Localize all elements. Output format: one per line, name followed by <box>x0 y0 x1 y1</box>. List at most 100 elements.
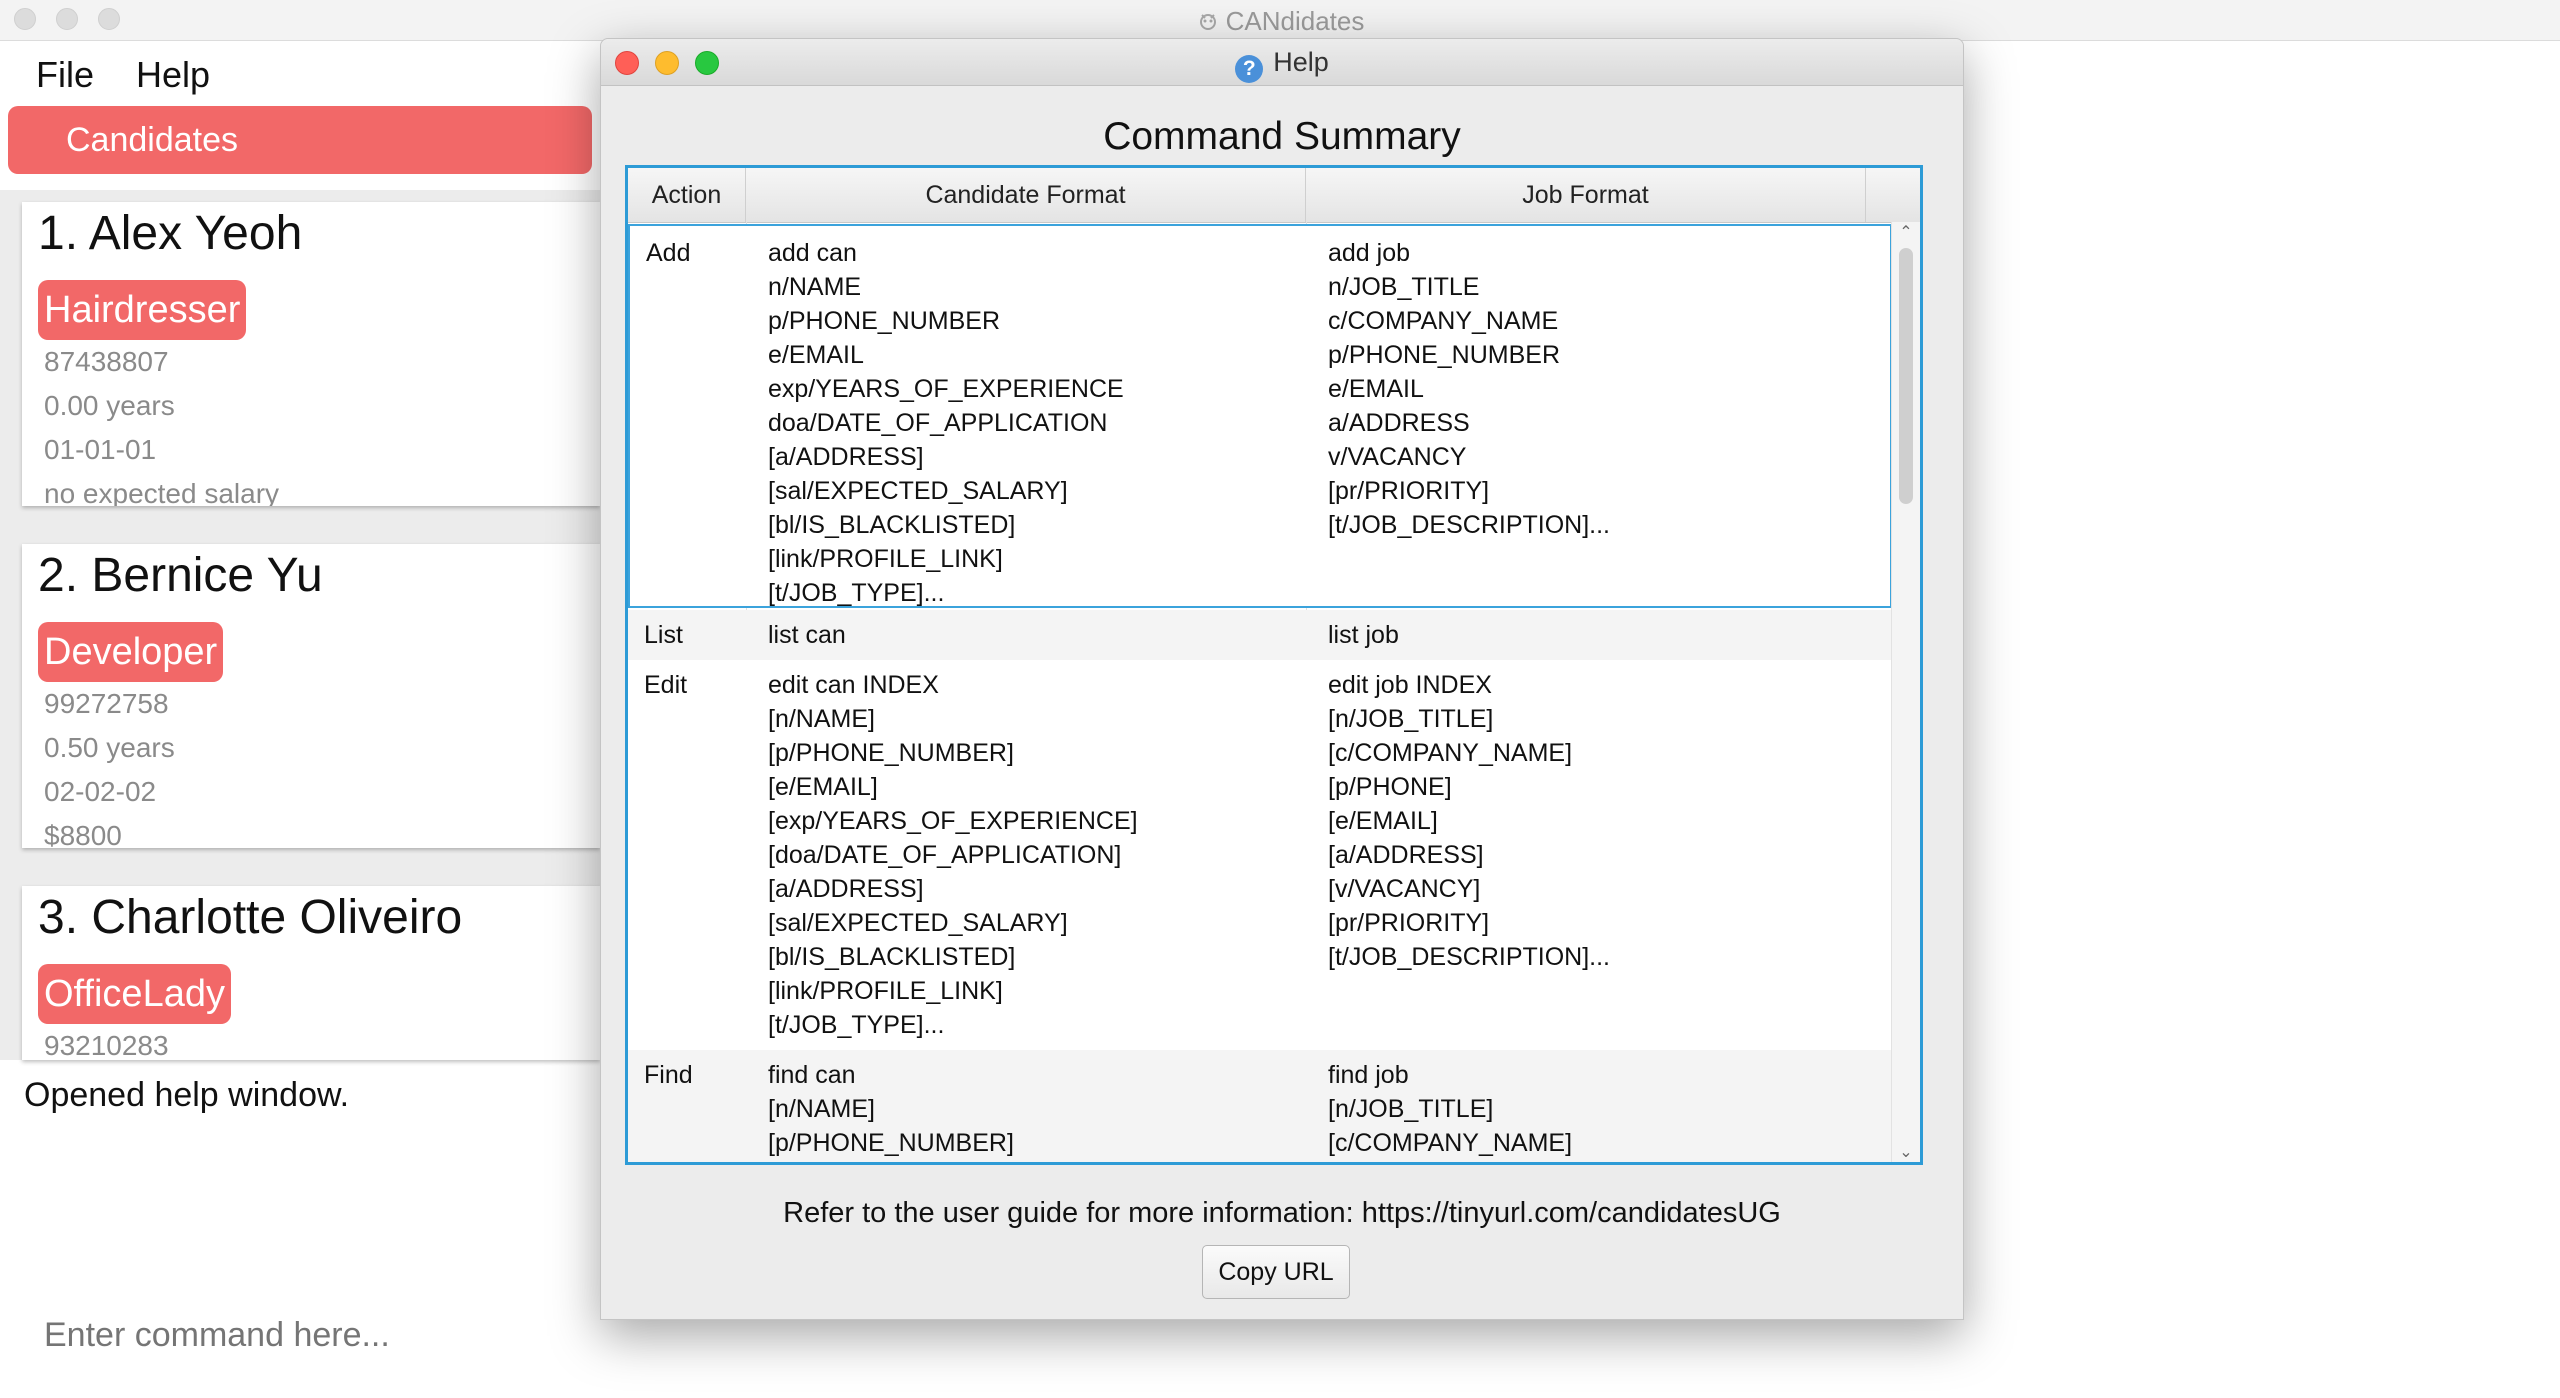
format-line: [e/EMAIL] <box>1328 807 1438 835</box>
format-line: [exp/YEARS_OF_EXPERIENCE] <box>768 807 1138 835</box>
candidate-experience: 0.50 years <box>44 732 175 763</box>
command-summary-table[interactable]: Action Candidate Format Job Format Add a… <box>625 165 1923 1165</box>
format-line: [a/ADDRESS] <box>1328 841 1484 869</box>
format-line: [p/PHONE] <box>1328 773 1452 801</box>
menu-file[interactable]: File <box>36 54 94 96</box>
table-row[interactable]: Edit edit can INDEX [n/NAME] [p/PHONE_NU… <box>628 660 1892 1050</box>
table-row[interactable]: List list can list job <box>628 610 1892 660</box>
job-format-cell: find job [n/JOB_TITLE] [c/COMPANY_NAME] <box>1328 1058 1572 1160</box>
candidate-list: 1. Alex Yeoh Hairdresser 87438807 0.00 y… <box>0 190 600 1060</box>
app-icon <box>1199 14 1216 30</box>
format-line: [t/JOB_DESCRIPTION]... <box>1328 511 1610 539</box>
menu-help[interactable]: Help <box>136 54 210 96</box>
main-titlebar: CANdidates <box>0 0 2560 41</box>
table-row[interactable]: Add add can n/NAME p/PHONE_NUMBER e/EMAI… <box>628 224 1892 608</box>
format-line: [n/JOB_TITLE] <box>1328 705 1494 733</box>
candidate-format-cell: find can [n/NAME] [p/PHONE_NUMBER] <box>768 1058 1014 1160</box>
format-line: p/PHONE_NUMBER <box>1328 341 1560 369</box>
format-line: e/EMAIL <box>1328 375 1424 403</box>
menu-bar: File Help <box>0 44 600 104</box>
format-line: [v/VACANCY] <box>1328 875 1481 903</box>
question-icon: ? <box>1235 55 1264 83</box>
table-scrollbar[interactable]: ⌃ ⌄ <box>1891 222 1920 1162</box>
format-line: [sal/EXPECTED_SALARY] <box>768 909 1068 937</box>
main-window-title: CANdidates <box>0 6 2560 37</box>
format-line: n/JOB_TITLE <box>1328 273 1480 301</box>
candidate-salary: $8800 <box>44 820 122 848</box>
candidate-format-cell: edit can INDEX [n/NAME] [p/PHONE_NUMBER]… <box>768 668 1138 1042</box>
format-line: list job <box>1328 621 1399 649</box>
candidate-salary: no expected salary <box>44 478 280 506</box>
format-line: [link/PROFILE_LINK] <box>768 977 1003 1005</box>
format-line: [n/JOB_TITLE] <box>1328 1095 1494 1123</box>
format-line: [doa/DATE_OF_APPLICATION] <box>768 841 1122 869</box>
column-header-candidate-format[interactable]: Candidate Format <box>746 168 1306 222</box>
help-titlebar: ? Help <box>601 39 1963 86</box>
format-line: exp/YEARS_OF_EXPERIENCE <box>768 375 1124 403</box>
candidate-format-cell: add can n/NAME p/PHONE_NUMBER e/EMAIL ex… <box>768 236 1124 607</box>
format-line: find can <box>768 1061 856 1089</box>
format-line: edit job INDEX <box>1328 671 1492 699</box>
format-line: [bl/IS_BLACKLISTED] <box>768 943 1016 971</box>
job-tag: OfficeLady <box>38 964 231 1024</box>
scroll-up-icon[interactable]: ⌃ <box>1892 222 1920 242</box>
candidate-card-3[interactable]: 3. Charlotte Oliveiro OfficeLady 9321028… <box>22 886 600 1060</box>
format-line: [sal/EXPECTED_SALARY] <box>768 477 1068 505</box>
format-line: p/PHONE_NUMBER <box>768 307 1000 335</box>
candidate-name: 3. Charlotte Oliveiro <box>38 891 463 944</box>
candidate-phone: 99272758 <box>44 688 169 719</box>
format-line: e/EMAIL <box>768 341 864 369</box>
format-line: [p/PHONE_NUMBER] <box>768 1129 1014 1157</box>
format-line: [n/NAME] <box>768 705 875 733</box>
format-line: n/NAME <box>768 273 862 301</box>
column-header-job-format[interactable]: Job Format <box>1306 168 1866 222</box>
candidate-format-cell: list can <box>768 618 846 652</box>
copy-url-button[interactable]: Copy URL <box>1202 1245 1350 1299</box>
candidate-card-1[interactable]: 1. Alex Yeoh Hairdresser 87438807 0.00 y… <box>22 202 600 506</box>
job-tag: Hairdresser <box>38 280 247 340</box>
result-text: Opened help window. <box>24 1076 350 1114</box>
format-line: add job <box>1328 239 1411 267</box>
scroll-thumb[interactable] <box>1899 248 1913 504</box>
scroll-down-icon[interactable]: ⌄ <box>1892 1142 1920 1162</box>
result-display: Opened help window. <box>20 1066 600 1236</box>
format-line: [a/ADDRESS] <box>768 443 924 471</box>
help-window-title-text: Help <box>1273 47 1329 77</box>
format-line: list can <box>768 621 846 649</box>
action-cell: Find <box>644 1061 693 1089</box>
format-line: [a/ADDRESS] <box>768 875 924 903</box>
candidate-phone: 87438807 <box>44 346 169 377</box>
candidate-phone: 93210283 <box>44 1030 169 1060</box>
help-window-title: ? Help <box>601 47 1963 83</box>
help-window: ? Help Command Summary Action Candidate F… <box>600 38 1964 1320</box>
format-line: [c/COMPANY_NAME] <box>1328 739 1573 767</box>
format-line: find job <box>1328 1061 1409 1089</box>
format-line: [c/COMPANY_NAME] <box>1328 1129 1573 1157</box>
format-line: [t/JOB_TYPE]... <box>768 1011 945 1039</box>
candidate-date: 01-01-01 <box>44 434 157 465</box>
action-cell: Edit <box>644 671 688 699</box>
candidate-date: 02-02-02 <box>44 776 157 807</box>
format-line: edit can INDEX <box>768 671 939 699</box>
action-cell: List <box>644 621 683 649</box>
format-line: c/COMPANY_NAME <box>1328 307 1559 335</box>
format-line: a/ADDRESS <box>1328 409 1470 437</box>
table-row[interactable]: Find find can [n/NAME] [p/PHONE_NUMBER] … <box>628 1050 1892 1162</box>
command-summary-heading: Command Summary <box>1103 115 1461 158</box>
format-line: [pr/PRIORITY] <box>1328 477 1490 505</box>
candidate-name: 1. Alex Yeoh <box>38 207 303 260</box>
format-line: [pr/PRIORITY] <box>1328 909 1490 937</box>
column-header-action[interactable]: Action <box>628 168 746 222</box>
format-line: [e/EMAIL] <box>768 773 878 801</box>
command-input[interactable] <box>20 1300 600 1370</box>
tab-candidates[interactable]: Candidates <box>8 106 592 174</box>
user-guide-text: Refer to the user guide for more informa… <box>783 1197 1781 1229</box>
job-format-cell: add job n/JOB_TITLE c/COMPANY_NAME p/PHO… <box>1328 236 1610 542</box>
format-line: [t/JOB_TYPE]... <box>768 579 945 607</box>
action-cell: Add <box>646 239 691 267</box>
job-format-cell: edit job INDEX [n/JOB_TITLE] [c/COMPANY_… <box>1328 668 1610 974</box>
format-line: add can <box>768 239 857 267</box>
format-line: v/VACANCY <box>1328 443 1467 471</box>
candidate-name: 2. Bernice Yu <box>38 549 323 602</box>
candidate-card-2[interactable]: 2. Bernice Yu Developer 99272758 0.50 ye… <box>22 544 600 848</box>
